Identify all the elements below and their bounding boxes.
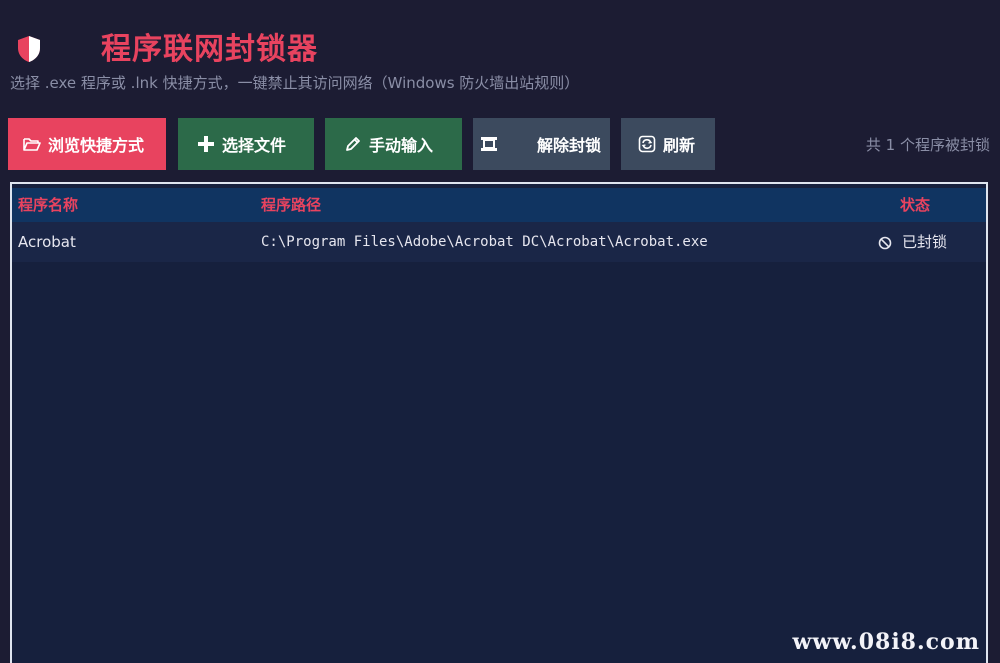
pencil-icon <box>343 134 363 154</box>
header-program-name[interactable]: 程序名称 <box>18 188 78 222</box>
refresh-label: 刷新 <box>663 136 696 155</box>
row-program-name: Acrobat <box>18 233 76 251</box>
manual-input-button[interactable]: 手动输入 <box>325 118 462 170</box>
refresh-button[interactable]: 刷新 <box>621 118 715 170</box>
unblock-label: 解除封锁 <box>537 136 602 155</box>
header-status[interactable]: 状态 <box>900 188 930 222</box>
app-subtitle: 选择 .exe 程序或 .lnk 快捷方式，一键禁止其访问网络（Windows … <box>10 74 580 92</box>
scroll-icon <box>479 134 499 154</box>
folder-open-icon <box>22 134 42 154</box>
row-status-label: 已封锁 <box>902 233 948 251</box>
row-status: 已封锁 <box>878 222 947 262</box>
blocked-count-label: 共 1 个程序被封锁 <box>865 136 990 154</box>
plus-icon <box>196 134 216 154</box>
ban-icon <box>878 236 892 250</box>
table-header: 程序名称 程序路径 状态 <box>12 188 986 222</box>
header-program-path[interactable]: 程序路径 <box>261 188 321 222</box>
app-window: 程序联网封锁器 选择 .exe 程序或 .lnk 快捷方式，一键禁止其访问网络（… <box>0 0 1000 663</box>
app-title: 程序联网封锁器 <box>101 32 318 67</box>
browse-shortcut-label: 浏览快捷方式 <box>48 136 145 155</box>
browse-shortcut-button[interactable]: 浏览快捷方式 <box>8 118 166 170</box>
select-file-button[interactable]: 选择文件 <box>178 118 314 170</box>
refresh-icon <box>637 134 657 154</box>
unblock-button[interactable]: 解除封锁 <box>473 118 610 170</box>
manual-input-label: 手动输入 <box>369 136 434 155</box>
watermark: www.08i8.com <box>792 629 980 655</box>
row-program-path: C:\Program Files\Adobe\Acrobat DC\Acroba… <box>261 234 708 250</box>
blocked-programs-table: 程序名称 程序路径 状态 Acrobat C:\Program Files\Ad… <box>10 182 988 663</box>
shield-icon <box>18 36 40 62</box>
select-file-label: 选择文件 <box>222 136 287 155</box>
table-row[interactable]: Acrobat C:\Program Files\Adobe\Acrobat D… <box>12 222 986 262</box>
